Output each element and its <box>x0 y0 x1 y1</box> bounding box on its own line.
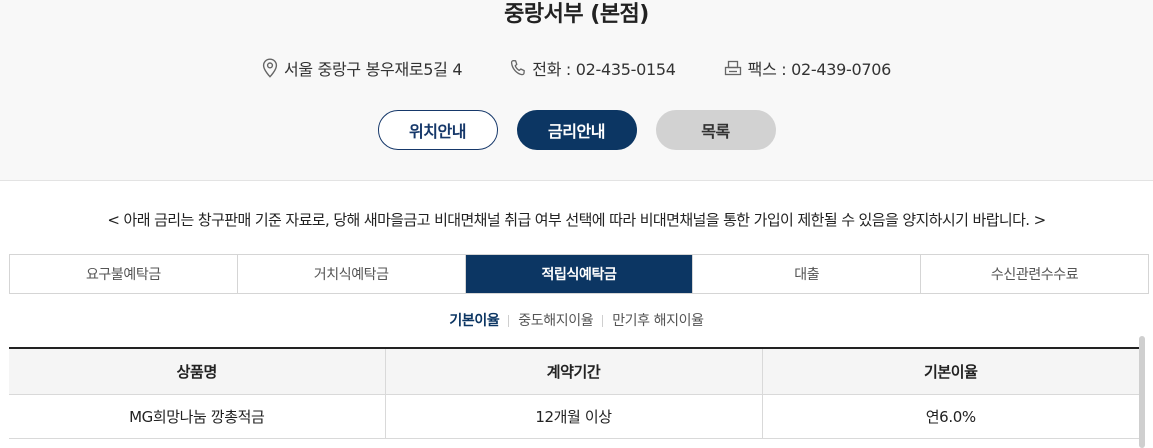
tab-fees[interactable]: 수신관련수수료 <box>921 255 1148 293</box>
table-row: MG희망나눔 깡총적금 12개월 이상 연6.0% <box>9 394 1139 439</box>
address-info: 서울 중랑구 봉우재로5길 4 <box>262 56 463 80</box>
fax-text: 팩스 : 02-439-0706 <box>747 60 892 79</box>
rate-notice: < 아래 금리는 창구판매 기준 자료로, 당해 새마을금고 비대면채널 취급 … <box>107 211 1046 229</box>
list-button[interactable]: 목록 <box>655 110 776 150</box>
phone-info: 전화 : 02-435-0154 <box>510 56 676 80</box>
rates-button[interactable]: 금리안내 <box>516 110 637 150</box>
fax-info: 팩스 : 02-439-0706 <box>724 56 891 80</box>
branch-header: 중랑서부 (본점) 서울 중랑구 봉우재로5길 4 전화 : 02-435-01… <box>0 0 1153 181</box>
phone-icon <box>510 59 526 77</box>
rate-table: 상품명 계약기간 기본이율 MG희망나눔 깡총적금 12개월 이상 연6.0% <box>9 347 1139 439</box>
tab-time-deposit[interactable]: 거치식예탁금 <box>238 255 466 293</box>
fax-icon <box>724 59 742 77</box>
cell-term: 12개월 이상 <box>385 394 763 439</box>
tab-demand-deposit[interactable]: 요구불예탁금 <box>10 255 238 293</box>
tab-installment-deposit[interactable]: 적립식예탁금 <box>465 255 694 293</box>
table-header-row: 상품명 계약기간 기본이율 <box>9 348 1139 395</box>
scrollbar[interactable] <box>1139 336 1145 448</box>
tab-loan[interactable]: 대출 <box>693 255 922 293</box>
cell-product-name: MG희망나눔 깡총적금 <box>9 394 386 439</box>
subtab-basic-rate[interactable]: 기본이율 <box>440 310 508 332</box>
column-header-product: 상품명 <box>9 348 386 395</box>
column-header-rate: 기본이율 <box>762 348 1139 395</box>
subtab-early-termination-rate[interactable]: 중도해지이율 <box>509 310 602 332</box>
page-title: 중랑서부 (본점) <box>504 2 649 27</box>
branch-contact-info: 서울 중랑구 봉우재로5길 4 전화 : 02-435-0154 팩스 : 02… <box>0 56 1153 80</box>
rate-subtabs: 기본이율 중도해지이율 만기후 해지이율 <box>0 310 1153 332</box>
cell-rate: 연6.0% <box>762 394 1139 439</box>
subtab-post-maturity-rate[interactable]: 만기후 해지이율 <box>603 310 712 332</box>
map-pin-icon <box>262 58 278 78</box>
phone-text: 전화 : 02-435-0154 <box>532 60 676 79</box>
location-button[interactable]: 위치안내 <box>377 110 498 150</box>
column-header-term: 계약기간 <box>385 348 763 395</box>
action-buttons: 위치안내 금리안내 목록 <box>0 110 1153 150</box>
address-text: 서울 중랑구 봉우재로5길 4 <box>283 60 463 79</box>
product-tabs: 요구불예탁금 거치식예탁금 적립식예탁금 대출 수신관련수수료 <box>9 254 1149 294</box>
